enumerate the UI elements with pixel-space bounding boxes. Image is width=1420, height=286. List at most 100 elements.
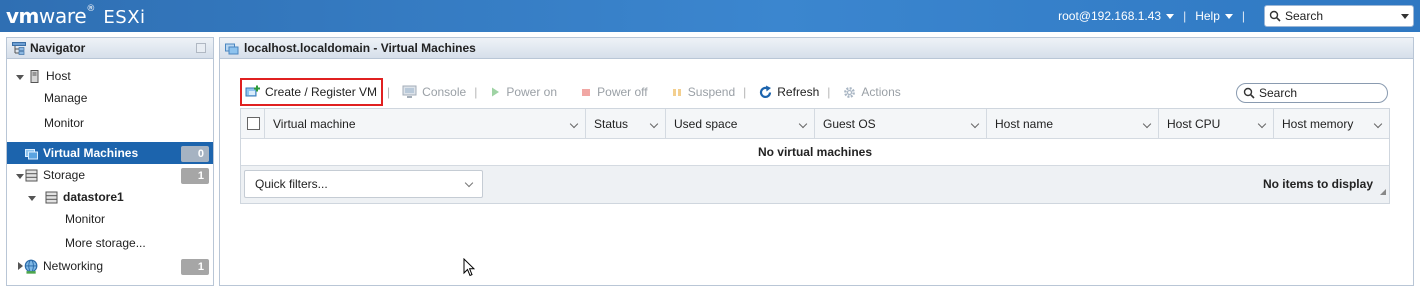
top-bar: vmware® ESXi root@192.168.1.43 | Help | S… [0,0,1420,32]
actions-label: Actions [861,85,901,99]
search-icon [1269,10,1281,22]
nav-item-host[interactable]: Host [7,65,213,87]
networking-globe-icon [24,259,38,274]
power-off-label: Power off [597,85,648,99]
items-status: No items to display [1262,177,1373,191]
chevron-down-icon [1166,13,1175,19]
nav-label-virtual-machines: Virtual Machines [43,146,139,160]
grid-search-placeholder: Search [1259,86,1298,100]
chevron-down-icon [464,178,474,188]
console-label: Console [422,85,467,99]
suspend-button[interactable]: Suspend [671,79,735,105]
nav-label-datastore1: datastore1 [63,190,124,204]
chevron-down-icon[interactable] [569,119,579,129]
column-status[interactable]: Status [586,109,666,138]
column-host-cpu[interactable]: Host CPU [1159,109,1274,138]
column-guest-os[interactable]: Guest OS [815,109,987,138]
divider: | [1183,9,1187,23]
column-label: Host memory [1282,116,1354,131]
column-virtual-machine[interactable]: Virtual machine [265,109,586,138]
nav-label-more-storage: More storage... [65,236,146,250]
create-vm-icon [245,85,260,97]
create-register-vm-button[interactable]: Create / Register VM [240,78,384,106]
main-panel: localhost.localdomain - Virtual Machines… [219,37,1414,286]
console-icon [402,85,417,98]
chevron-down-icon[interactable] [970,119,980,129]
checkbox[interactable] [247,117,260,130]
column-label: Status [594,116,629,131]
navigator-tree-icon [12,41,26,55]
storage-count-badge: 1 [181,168,209,184]
networking-count-badge: 1 [181,259,209,275]
global-search-input[interactable]: Search [1264,5,1414,27]
nav-item-more-storage[interactable]: More storage... [7,232,213,254]
expand-host-toggle[interactable] [16,69,25,83]
select-all-checkbox[interactable] [241,109,265,138]
resize-handle-icon[interactable] [1380,189,1386,195]
column-host-name[interactable]: Host name [987,109,1159,138]
nav-item-storage[interactable]: Storage 1 [7,164,213,186]
triangle-down-icon [16,75,24,80]
column-label: Guest OS [823,116,876,131]
stop-icon [582,89,591,96]
refresh-button[interactable]: Refresh [758,79,819,105]
navigator-title: Navigator [30,41,86,55]
column-label: Host CPU [1167,116,1221,131]
chevron-down-icon[interactable] [1257,119,1267,129]
nav-item-manage[interactable]: Manage [7,87,213,109]
gear-icon [844,86,856,98]
chevron-down-icon[interactable] [1373,119,1383,129]
help-menu[interactable]: Help [1195,9,1233,23]
grid-search-input[interactable]: Search [1236,83,1388,103]
virtual-machine-icon [25,148,38,159]
user-menu[interactable]: root@192.168.1.43 [1058,9,1175,23]
global-search-placeholder: Search [1285,9,1324,23]
virtual-machines-icon [225,43,239,54]
toolbar-divider: | [474,85,478,99]
navigator-panel: Navigator Host Manage Monitor Virtual Ma… [6,37,214,286]
vm-toolbar: Create / Register VM | Console | Power o… [240,78,901,106]
expand-storage-toggle[interactable] [16,168,25,182]
pause-icon [672,89,681,96]
chevron-down-icon[interactable] [1401,13,1409,19]
power-off-button[interactable]: Power off [580,79,648,105]
chevron-down-icon[interactable] [649,119,659,129]
expand-datastore-toggle[interactable] [28,190,37,204]
host-server-icon [30,69,39,83]
power-on-button[interactable]: Power on [489,79,557,105]
toolbar-divider: | [827,85,831,99]
mouse-cursor-icon [463,258,475,277]
vm-grid: Virtual machine Status Used space Guest … [240,108,1390,204]
nav-item-networking[interactable]: Networking 1 [7,255,213,277]
divider: | [1241,9,1245,23]
nav-item-datastore1[interactable]: datastore1 [7,186,213,208]
nav-item-datastore-monitor[interactable]: Monitor [7,208,213,230]
nav-label-storage: Storage [43,168,86,182]
grid-header: Virtual machine Status Used space Guest … [241,109,1389,139]
chevron-down-icon[interactable] [798,119,808,129]
nav-item-virtual-machines[interactable]: Virtual Machines 0 [7,142,213,164]
nav-item-monitor[interactable]: Monitor [7,112,213,134]
vm-count-badge: 0 [181,146,209,162]
triangle-down-icon [16,174,24,179]
collapse-panel-icon[interactable] [196,43,206,53]
column-used-space[interactable]: Used space [666,109,815,138]
create-register-vm-label: Create / Register VM [265,85,378,99]
navigator-header: Navigator [7,37,213,59]
toolbar-divider: | [743,85,747,99]
nav-label-networking: Networking [43,259,104,273]
suspend-label: Suspend [687,85,736,99]
actions-button[interactable]: Actions [842,79,901,105]
column-host-memory[interactable]: Host memory [1274,109,1389,138]
refresh-icon [760,85,772,98]
chevron-down-icon[interactable] [1142,119,1152,129]
quick-filters-select[interactable]: Quick filters... [244,170,483,198]
help-label: Help [1195,9,1220,23]
triangle-down-icon [28,196,36,201]
play-icon [492,87,500,97]
console-button[interactable]: Console [402,79,466,105]
search-icon [1243,87,1255,99]
vmware-esxi-logo: vmware® ESXi [6,4,146,28]
nav-label-datastore-monitor: Monitor [65,212,106,226]
nav-label-host: Host [46,69,71,83]
